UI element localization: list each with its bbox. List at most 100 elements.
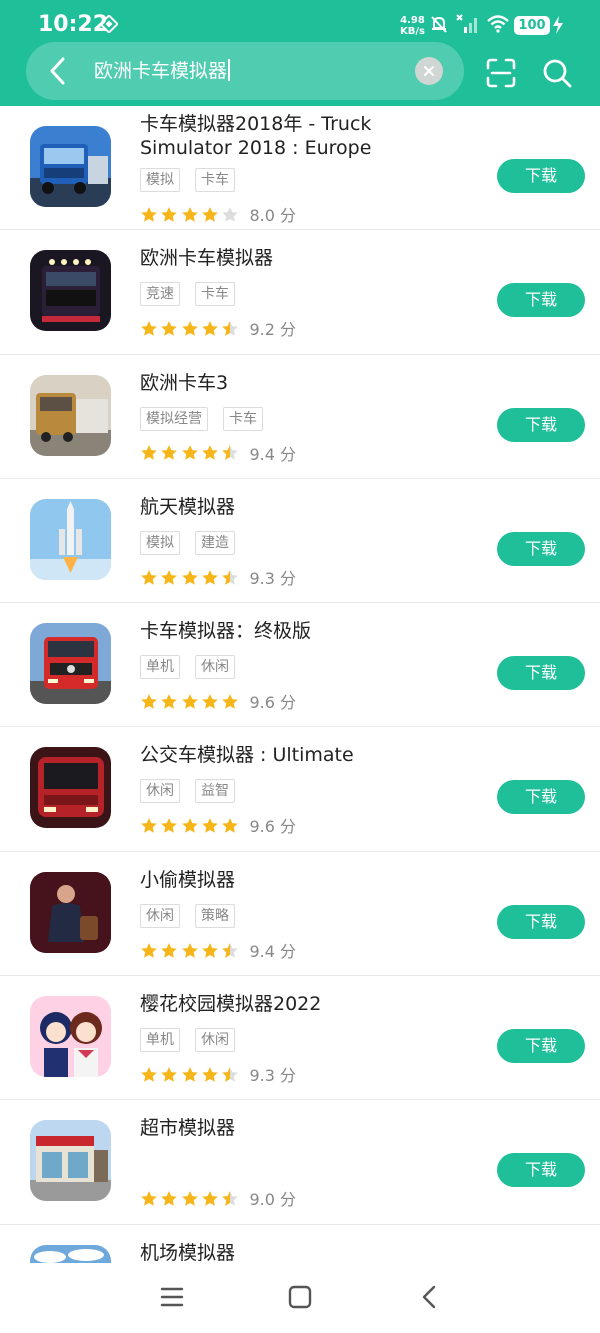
search-icon xyxy=(543,59,572,88)
app-list-item[interactable]: 樱花校园模拟器2022 单机 休闲 9.3 分 下载 xyxy=(0,976,600,1101)
rating-score: 9.2 分 xyxy=(249,320,297,340)
app-rating: 9.2 分 xyxy=(140,316,296,339)
app-rating: 9.4 分 xyxy=(140,938,296,961)
star-icon xyxy=(222,818,238,833)
app-title[interactable]: 小偷模拟器 xyxy=(140,868,460,892)
app-title[interactable]: 机场模拟器 xyxy=(140,1241,460,1265)
status-time: 10:22 xyxy=(38,12,109,37)
app-icon[interactable] xyxy=(30,623,111,705)
app-icon[interactable] xyxy=(30,1120,111,1202)
app-title[interactable]: 公交车模拟器 : Ultimate xyxy=(140,743,460,767)
charging-icon xyxy=(553,16,563,34)
app-title[interactable]: 卡车模拟器2018年 - Truck Simulator 2018 : Euro… xyxy=(140,112,460,160)
app-tags: 休闲 策略 xyxy=(140,903,250,928)
search-input[interactable]: 欧洲卡车模拟器 xyxy=(94,56,231,86)
star-half-icon xyxy=(222,1066,238,1082)
app-header: 10:22 4.98 KB/s 100 欧洲卡车模拟器 xyxy=(0,0,600,106)
download-button[interactable]: 下载 xyxy=(497,159,585,193)
app-list-item[interactable]: 欧洲卡车3 模拟经营 卡车 9.4 分 下载 xyxy=(0,355,600,479)
app-tags: 模拟经营 卡车 xyxy=(140,406,278,431)
star-half-icon xyxy=(222,321,238,336)
download-button[interactable]: 下载 xyxy=(497,407,585,442)
status-bar: 10:22 4.98 KB/s 100 xyxy=(0,0,600,44)
app-tags: 休闲 益智 xyxy=(140,779,250,804)
app-icon[interactable] xyxy=(30,250,111,332)
signal-icon xyxy=(456,14,477,33)
app-list-item[interactable]: 航天模拟器 模拟 建造 9.3 分 下载 xyxy=(0,479,600,604)
net-speed-value: 4.98 xyxy=(400,15,425,26)
star-icon xyxy=(161,818,178,833)
app-title[interactable]: 欧洲卡车3 xyxy=(140,371,460,395)
app-title[interactable]: 航天模拟器 xyxy=(140,495,460,519)
search-results-list: 卡车模拟器2018年 - Truck Simulator 2018 : Euro… xyxy=(0,106,600,1333)
app-icon[interactable] xyxy=(30,871,111,953)
rating-stars xyxy=(140,1064,241,1084)
app-list-item[interactable]: 小偷模拟器休闲 策略 9.4 分 下载 xyxy=(0,852,600,977)
app-icon[interactable] xyxy=(30,126,111,207)
clear-search-button[interactable] xyxy=(415,57,443,85)
scan-button[interactable] xyxy=(486,58,516,88)
app-icon[interactable] xyxy=(30,996,111,1078)
star-icon xyxy=(202,569,218,585)
star-icon xyxy=(181,942,198,958)
app-title[interactable]: 超市模拟器 xyxy=(140,1116,460,1140)
app-tag: 卡车 xyxy=(195,282,235,307)
star-icon xyxy=(141,1066,157,1082)
app-title[interactable]: 欧洲卡车模拟器 xyxy=(140,246,460,270)
rating-stars xyxy=(140,940,241,960)
download-button[interactable]: 下载 xyxy=(497,283,585,318)
app-list-item[interactable]: 欧洲卡车模拟器 竞速 卡车 9.2 分 下载 xyxy=(0,230,600,355)
star-icon xyxy=(181,818,198,833)
star-half-icon xyxy=(222,1191,238,1206)
app-tag: 休闲 xyxy=(140,903,180,928)
star-icon xyxy=(141,942,157,958)
download-button[interactable]: 下载 xyxy=(497,1153,585,1188)
app-tags: 模拟 卡车 xyxy=(140,168,250,192)
star-icon xyxy=(161,1191,178,1206)
app-rating: 9.0 分 xyxy=(140,1186,296,1209)
app-rating: 9.6 分 xyxy=(140,813,296,836)
download-button[interactable]: 下载 xyxy=(497,656,585,691)
star-icon xyxy=(141,694,157,709)
wifi-icon xyxy=(487,15,509,33)
app-rating: 9.3 分 xyxy=(140,565,296,588)
download-button[interactable]: 下载 xyxy=(497,780,585,815)
app-list-item[interactable]: 卡车模拟器：终极版 单机 休闲 9.6 分 下载 xyxy=(0,603,600,728)
app-icon[interactable] xyxy=(30,747,111,829)
nav-menu-button[interactable] xyxy=(160,1285,184,1309)
star-icon xyxy=(181,694,198,709)
nav-home-button[interactable] xyxy=(288,1285,312,1309)
app-list-item[interactable]: 公交车模拟器 : Ultimate 休闲 益智 9.6 分 下载 xyxy=(0,727,600,852)
app-icon[interactable] xyxy=(30,498,111,580)
star-icon xyxy=(141,569,157,585)
download-button[interactable]: 下载 xyxy=(497,531,585,566)
app-rating: 9.4 分 xyxy=(140,441,296,464)
app-rating: 9.6 分 xyxy=(140,689,296,712)
star-empty-icon xyxy=(222,206,238,222)
app-rating: 8.0 分 xyxy=(140,202,296,225)
app-tags: 竞速 卡车 xyxy=(140,282,250,307)
star-icon xyxy=(202,818,218,833)
nav-back-button[interactable] xyxy=(418,1285,442,1309)
net-speed: 4.98 KB/s xyxy=(400,15,425,37)
app-icon[interactable] xyxy=(30,374,111,456)
app-title[interactable]: 卡车模拟器：终极版 xyxy=(140,619,460,643)
download-button[interactable]: 下载 xyxy=(497,1029,585,1064)
download-button[interactable]: 下载 xyxy=(497,904,585,939)
star-icon xyxy=(181,445,198,461)
rating-score: 8.0 分 xyxy=(249,206,297,225)
app-list-item[interactable]: 超市模拟器 9.0 分 下载 xyxy=(0,1100,600,1225)
app-rating: 9.3 分 xyxy=(140,1062,296,1085)
search-box[interactable] xyxy=(26,42,464,100)
star-icon xyxy=(181,1191,198,1206)
app-tag: 模拟 xyxy=(140,168,180,192)
back-button[interactable] xyxy=(44,54,74,88)
star-icon xyxy=(181,321,198,336)
app-list-item[interactable]: 卡车模拟器2018年 - Truck Simulator 2018 : Euro… xyxy=(0,106,600,231)
app-title[interactable]: 樱花校园模拟器2022 xyxy=(140,992,460,1016)
rating-score: 9.4 分 xyxy=(249,941,297,961)
star-icon xyxy=(141,1191,157,1206)
search-button[interactable] xyxy=(542,58,572,88)
app-tags: 单机 休闲 xyxy=(140,1028,250,1053)
star-icon xyxy=(202,1191,218,1206)
